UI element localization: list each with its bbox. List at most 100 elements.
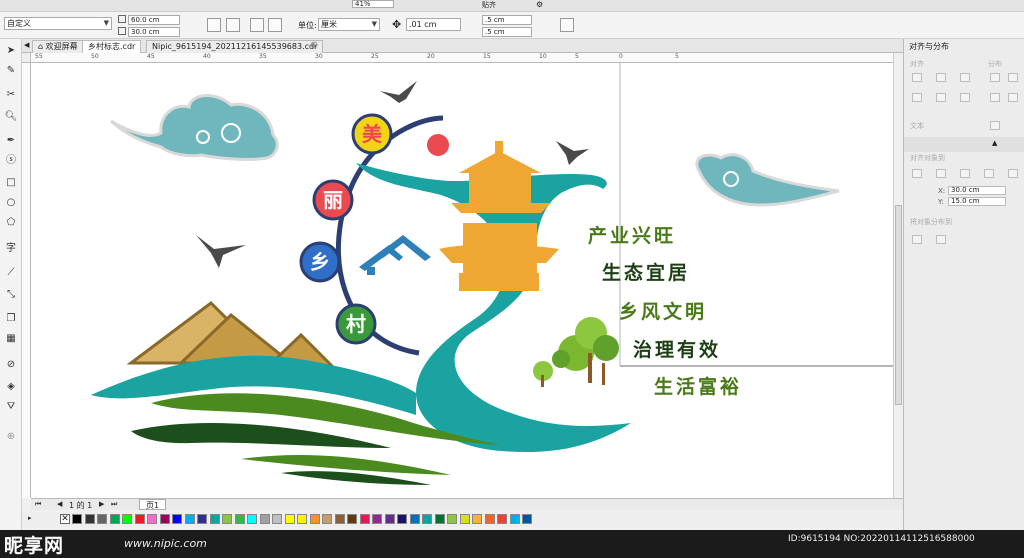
color-swatch[interactable] [147,514,157,524]
color-swatch[interactable] [122,514,132,524]
current-page-button[interactable] [268,18,282,32]
text-tool-icon[interactable]: 字 [3,241,19,257]
artistic-media-icon[interactable]: ⓢ [3,153,19,169]
color-swatch[interactable] [447,514,457,524]
new-tab-icon[interactable]: ⊕ [310,40,318,51]
all-pages-button[interactable] [250,18,264,32]
units-select[interactable]: 厘米 ▼ [318,18,380,31]
color-swatch[interactable] [284,514,295,524]
align-to-active-button[interactable] [912,169,922,178]
tab-nipic-file[interactable]: Nipic_9615194_20211216145539683.cdr [146,40,324,53]
crop-tool-icon[interactable]: ✂ [3,87,19,103]
last-page-button[interactable]: ⏭ [111,500,117,509]
page-preset-select[interactable]: 自定义 ▼ [4,17,112,30]
color-swatch[interactable] [459,514,470,524]
align-hcenter-button[interactable] [936,73,946,82]
transparency-tool-icon[interactable]: ▦ [3,331,19,347]
align-vcenter-button[interactable] [936,93,946,102]
color-swatch[interactable] [297,514,307,524]
color-swatch[interactable] [247,514,257,524]
color-swatch[interactable] [222,514,232,524]
horizontal-ruler[interactable]: 55 50 45 40 35 30 25 20 15 10 5 0 5 [31,53,893,63]
color-swatch[interactable] [84,514,95,524]
color-swatch[interactable] [72,514,82,524]
color-swatch[interactable] [259,514,270,524]
height-field[interactable]: 30.0 cm [128,27,180,37]
color-swatch[interactable] [384,514,395,524]
color-swatch[interactable] [209,514,220,524]
x-field[interactable]: 30.0 cm [948,186,1006,195]
align-to-point-button[interactable] [1008,169,1018,178]
distribute-bottom-button[interactable] [1008,93,1018,102]
duplicate-y-field[interactable]: .5 cm [482,27,532,37]
first-page-button[interactable]: ⏮ [35,500,41,509]
snap-label[interactable]: 贴齐 [482,0,496,10]
align-right-button[interactable] [960,73,970,82]
color-swatch[interactable] [234,514,245,524]
options-button[interactable] [560,18,574,32]
align-to-grid-button[interactable] [984,169,994,178]
color-swatch[interactable] [422,514,432,524]
color-swatch[interactable] [197,514,207,524]
zoom-combo[interactable]: 41% [352,0,394,8]
page-tab[interactable]: 页1 [139,499,167,510]
shape-tool-icon[interactable]: ✎ [3,63,19,79]
color-swatch[interactable] [372,514,382,524]
color-swatch[interactable] [347,514,357,524]
interactive-fill-icon[interactable]: ◈ [3,379,19,395]
zoom-tool-icon[interactable]: 🔍︎ [3,109,19,125]
ruler-corner[interactable] [22,53,31,63]
drop-shadow-icon[interactable]: ❐ [3,311,19,327]
color-swatch[interactable] [309,514,320,524]
align-bottom-button[interactable] [960,93,970,102]
palette-scroll-icon[interactable]: ▸ [28,514,32,522]
color-swatch[interactable] [409,514,420,524]
color-swatch[interactable] [434,514,445,524]
distribute-top-button[interactable] [990,93,1000,102]
tab-welcome[interactable]: ⌂ 欢迎屏幕 [32,40,84,53]
drawing-canvas[interactable]: 美 丽 乡 村 产业兴旺 生态宜居 乡风文明 治理有效 生活富裕 [31,63,893,498]
color-swatch[interactable] [497,514,507,524]
connector-tool-icon[interactable]: ⤡ [3,287,19,303]
color-swatch[interactable] [522,514,532,524]
smart-fill-icon[interactable]: ⛛ [3,399,19,415]
color-swatch[interactable] [484,514,495,524]
landscape-button[interactable] [226,18,240,32]
distribute-to-page-button[interactable] [936,235,946,244]
ellipse-tool-icon[interactable]: ○ [3,195,19,211]
color-swatch[interactable] [397,514,407,524]
align-top-button[interactable] [912,93,922,102]
align-left-button[interactable] [912,73,922,82]
pick-tool-icon[interactable]: ➤ [3,43,19,59]
nudge-field[interactable]: .01 cm [406,18,461,31]
color-swatch[interactable] [109,514,120,524]
tabs-scroll-arrow[interactable]: ◀ [24,41,29,49]
rectangle-tool-icon[interactable]: □ [3,175,19,191]
color-swatch[interactable] [134,514,145,524]
y-field[interactable]: 15.0 cm [948,197,1006,206]
next-page-button[interactable]: ▶ [99,500,104,508]
color-swatch[interactable] [184,514,195,524]
distribute-left-button[interactable] [990,73,1000,82]
color-swatch[interactable] [172,514,182,524]
parallel-dimension-icon[interactable]: ⟋ [3,265,19,281]
color-swatch[interactable] [359,514,370,524]
distribute-center-button[interactable] [1008,73,1018,82]
polygon-tool-icon[interactable]: ⬠ [3,215,19,231]
color-swatch[interactable] [159,514,170,524]
vertical-scrollbar[interactable] [893,53,903,498]
freehand-tool-icon[interactable]: ✒ [3,133,19,149]
align-to-page-edge-button[interactable] [936,169,946,178]
color-swatch[interactable] [97,514,107,524]
color-swatch[interactable] [322,514,332,524]
color-swatch[interactable] [472,514,482,524]
eyedropper-icon[interactable]: ⊘ [3,357,19,373]
distribute-to-selection-button[interactable] [912,235,922,244]
duplicate-x-field[interactable]: .5 cm [482,15,532,25]
width-field[interactable]: 60.0 cm [128,15,180,25]
no-color-swatch[interactable]: ✕ [60,514,70,524]
portrait-button[interactable] [207,18,221,32]
color-swatch[interactable] [334,514,345,524]
add-tool-icon[interactable]: ⊕ [3,429,19,445]
scroll-thumb[interactable] [895,205,902,405]
